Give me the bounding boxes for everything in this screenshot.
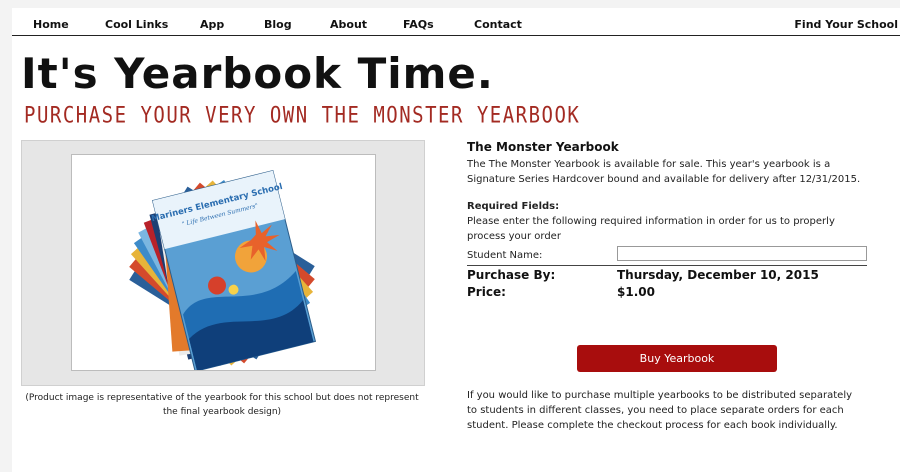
required-fields-label: Required Fields: [467, 201, 560, 212]
buy-yearbook-button[interactable]: Buy Yearbook [577, 345, 777, 372]
nav-app[interactable]: App [200, 18, 224, 31]
product-info: The Monster Yearbook The The Monster Yea… [467, 140, 867, 300]
yearbook-fan-illustration: Mariners Elementary School " Life Betwee… [129, 170, 317, 370]
product-image-panel: Mariners Elementary School " Life Betwee… [21, 140, 425, 386]
student-name-row: Student Name: [467, 246, 867, 266]
nav-contact[interactable]: Contact [474, 18, 522, 31]
purchase-by-value: Thursday, December 10, 2015 [617, 268, 819, 282]
student-name-input[interactable] [617, 246, 867, 261]
price-value: $1.00 [617, 285, 655, 299]
nav-cool-links[interactable]: Cool Links [105, 18, 168, 31]
purchase-by-label: Purchase By: [467, 268, 556, 282]
multiple-orders-note: If you would like to purchase multiple y… [467, 390, 853, 431]
page-subtitle: PURCHASE YOUR VERY OWN THE MONSTER YEARB… [24, 103, 581, 129]
purchase-by-row: Purchase By: Thursday, December 10, 2015 [467, 266, 867, 283]
product-image: Mariners Elementary School " Life Betwee… [71, 154, 376, 371]
required-fields-text: Please enter the following required info… [467, 216, 835, 242]
student-name-label: Student Name: [467, 250, 543, 261]
nav-home[interactable]: Home [33, 18, 69, 31]
product-image-caption: (Product image is representative of the … [25, 393, 419, 417]
product-description: The The Monster Yearbook is available fo… [467, 159, 861, 185]
nav-about[interactable]: About [330, 18, 367, 31]
price-label: Price: [467, 285, 506, 299]
nav-blog[interactable]: Blog [264, 18, 292, 31]
product-title: The Monster Yearbook [467, 140, 619, 154]
nav-find-your-school[interactable]: Find Your School [794, 18, 898, 31]
nav-faqs[interactable]: FAQs [403, 18, 434, 31]
top-nav: Home Cool Links App Blog About FAQs Cont… [12, 16, 900, 36]
page-title: It's Yearbook Time. [21, 49, 494, 98]
price-row: Price: $1.00 [467, 283, 867, 300]
